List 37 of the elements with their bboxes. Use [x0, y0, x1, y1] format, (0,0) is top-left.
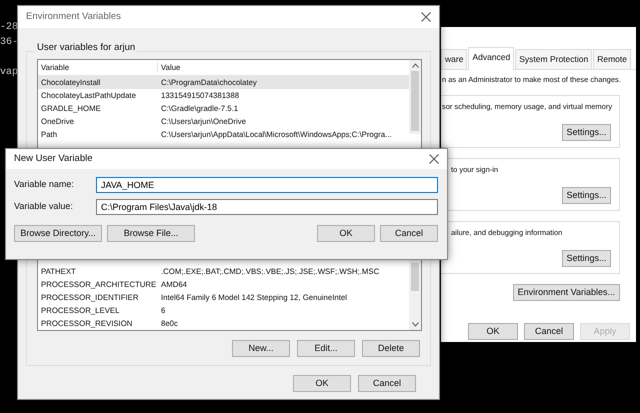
- close-icon[interactable]: [429, 154, 439, 164]
- tab[interactable]: Remote: [593, 49, 631, 69]
- dialog-button[interactable]: OK: [293, 375, 351, 392]
- scroll-down-icon[interactable]: [412, 322, 418, 327]
- tab[interactable]: ware: [441, 49, 468, 69]
- input-field[interactable]: C:\Program Files\Java\jdk-18: [96, 199, 438, 215]
- dialog-button[interactable]: Cancel: [524, 322, 574, 340]
- scrollbar[interactable]: [409, 60, 421, 134]
- terminal-text: -28: [0, 21, 18, 35]
- terminal-text: 36-: [0, 36, 18, 50]
- scrollbar[interactable]: [409, 260, 421, 330]
- dialog-button[interactable]: Cancel: [358, 375, 416, 392]
- list-button[interactable]: Delete: [362, 340, 420, 357]
- scroll-up-icon[interactable]: [412, 63, 418, 68]
- browse-button[interactable]: Browse File...: [107, 225, 195, 242]
- field-label: Variable name:: [14, 178, 75, 192]
- scrollbar-thumb[interactable]: [411, 263, 419, 291]
- window-title: Environment Variables: [26, 10, 121, 24]
- tab[interactable]: System Protection: [515, 49, 592, 69]
- settings-button[interactable]: Settings...: [562, 186, 611, 204]
- close-icon[interactable]: [421, 12, 431, 22]
- browse-button[interactable]: Browse Directory...: [14, 225, 102, 242]
- environment-variables-button[interactable]: Environment Variables...: [512, 284, 620, 301]
- dialog-title: New User Variable: [14, 152, 92, 166]
- settings-button[interactable]: Settings...: [562, 124, 611, 141]
- list-button[interactable]: Edit...: [297, 340, 355, 357]
- terminal-text: vap: [0, 66, 18, 80]
- tab[interactable]: Advanced: [468, 47, 514, 70]
- settings-button[interactable]: Settings...: [562, 250, 611, 267]
- dialog-button[interactable]: OK: [468, 322, 518, 340]
- list-button[interactable]: New...: [232, 340, 290, 357]
- scrollbar-thumb[interactable]: [411, 71, 419, 131]
- input-field[interactable]: JAVA_HOME: [96, 177, 438, 193]
- dialog-button[interactable]: OK: [317, 225, 375, 242]
- field-label: Variable value:: [14, 200, 74, 214]
- dialog-button[interactable]: Cancel: [380, 225, 438, 242]
- dialog-button: Apply: [580, 322, 630, 340]
